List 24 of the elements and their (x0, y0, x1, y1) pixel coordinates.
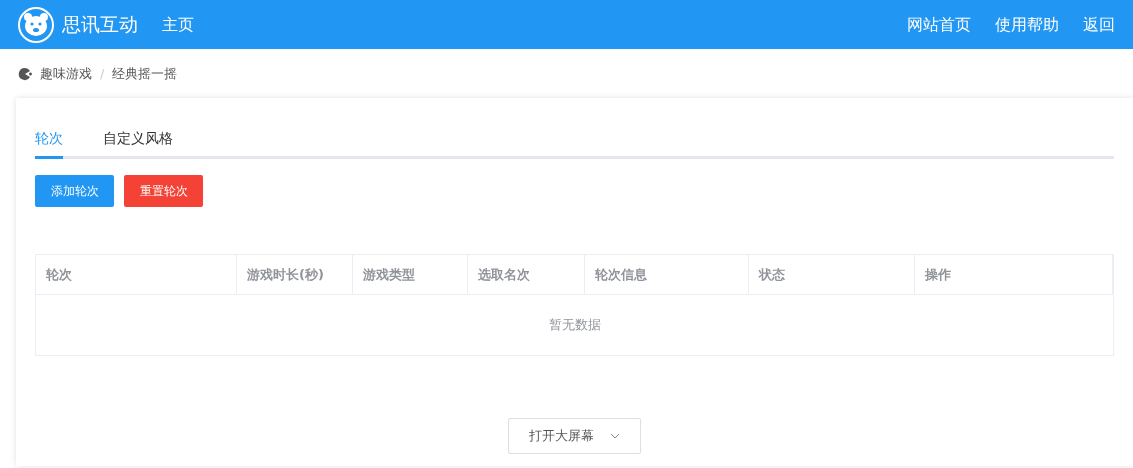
column-header: 游戏时长(秒) (237, 255, 353, 295)
caret-icon (610, 433, 620, 439)
brand-name[interactable]: 思讯互动 (62, 10, 138, 39)
bear-logo-icon (18, 6, 54, 43)
game-icon (18, 66, 32, 81)
open-big-screen-dropdown[interactable]: 打开大屏幕 (508, 418, 641, 454)
nav-link[interactable]: 使用帮助 (995, 12, 1059, 37)
column-header: 游戏类型 (353, 255, 468, 295)
column-header: 状态 (749, 255, 915, 295)
add-button[interactable]: 添加轮次 (35, 175, 114, 207)
nav-link[interactable]: 返回 (1083, 12, 1115, 37)
column-header: 轮次 (36, 255, 237, 295)
breadcrumb-item[interactable]: 趣味游戏 (40, 63, 92, 84)
empty-message: 暂无数据 (547, 316, 602, 335)
breadcrumb-separator: / (100, 64, 105, 83)
nav-link[interactable]: 主页 (162, 12, 194, 37)
breadcrumb-item[interactable]: 经典摇一摇 (112, 63, 178, 84)
nav-link[interactable]: 网站首页 (907, 12, 971, 37)
column-header: 操作 (915, 255, 1113, 295)
tab[interactable]: 轮次 (35, 124, 63, 159)
tab[interactable]: 自定义风格 (103, 124, 173, 159)
column-header: 选取名次 (468, 255, 585, 295)
column-header: 轮次信息 (585, 255, 749, 295)
reset-button[interactable]: 重置轮次 (124, 175, 203, 207)
